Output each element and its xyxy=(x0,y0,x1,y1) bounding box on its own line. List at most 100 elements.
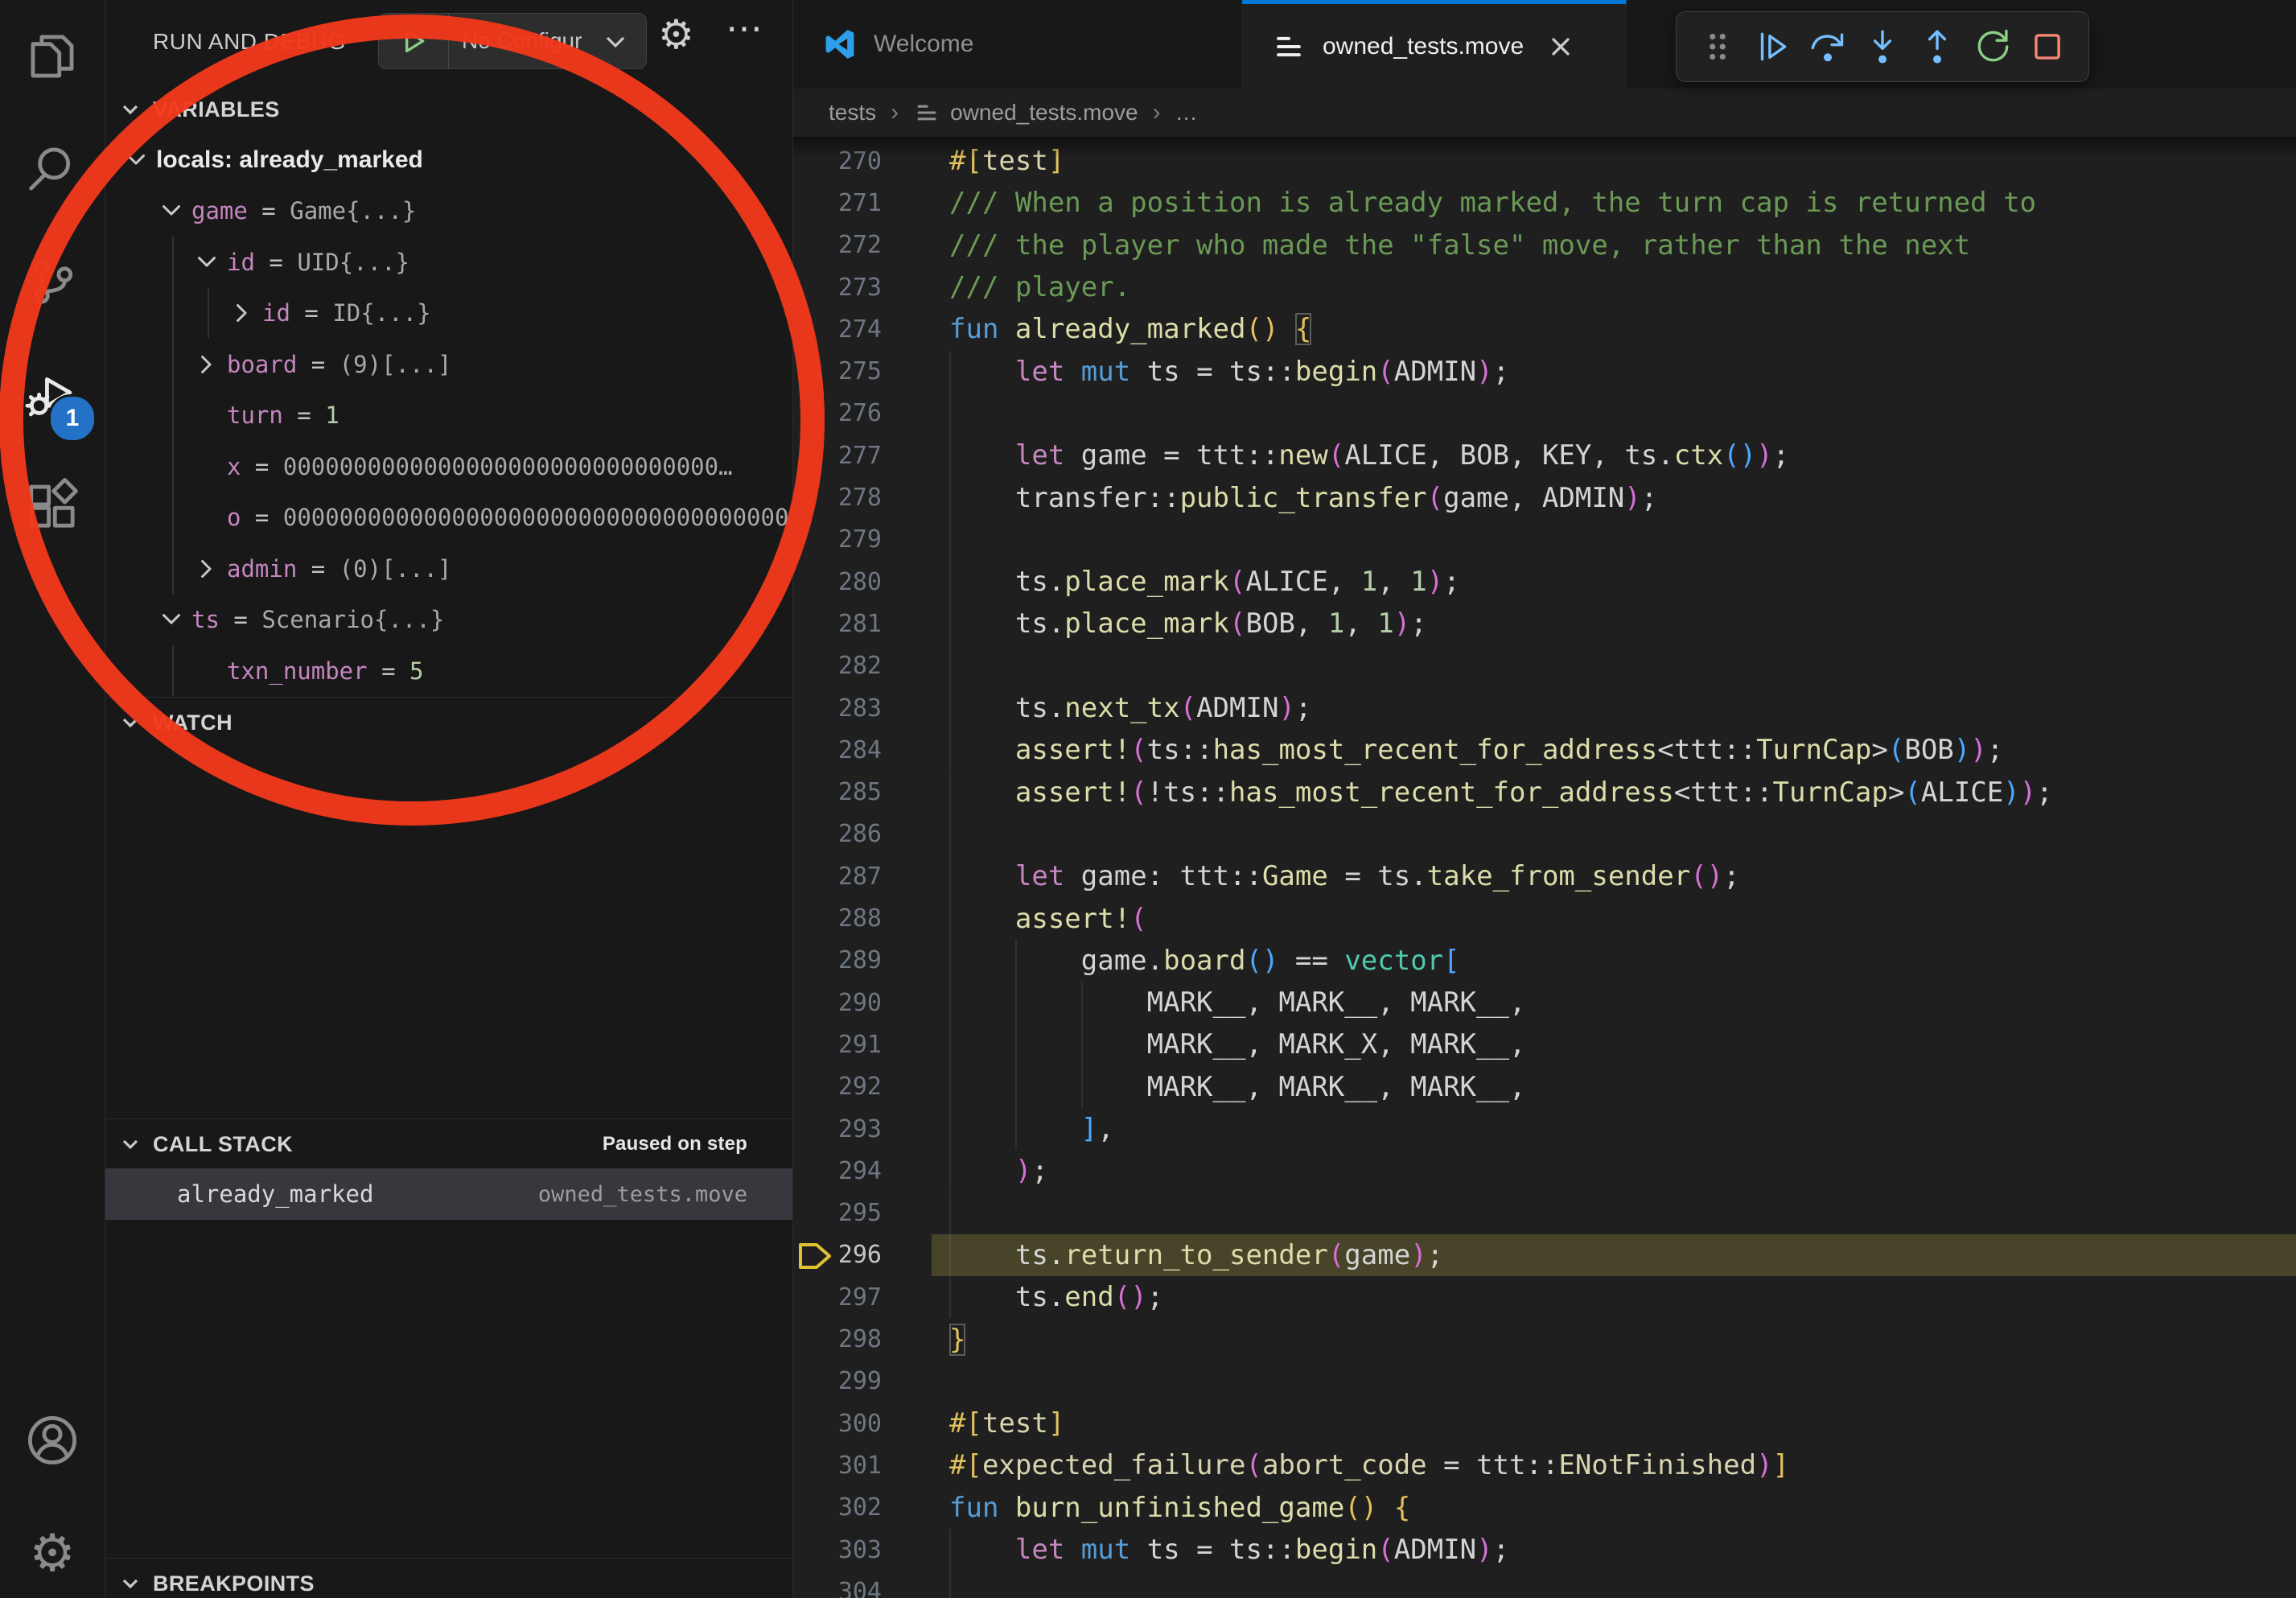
line-number[interactable]: 302 xyxy=(793,1487,893,1529)
line-number[interactable]: 294 xyxy=(793,1150,893,1192)
debug-config-dropdown[interactable]: No Configur xyxy=(378,13,647,69)
variable-row-id[interactable]: id = UID{...} xyxy=(105,237,792,287)
tab-welcome[interactable]: Welcome xyxy=(793,0,1242,89)
chevron-down-icon[interactable] xyxy=(156,196,187,226)
variable-name: id xyxy=(227,249,255,276)
line-number[interactable]: 270 xyxy=(793,140,893,182)
activity-source-control-icon[interactable] xyxy=(0,233,105,330)
line-number[interactable]: 286 xyxy=(793,813,893,855)
code-line: 277 let game = ttt::new(ALICE, BOB, KEY,… xyxy=(793,435,2296,476)
line-number[interactable]: 300 xyxy=(793,1402,893,1444)
line-number[interactable]: 280 xyxy=(793,561,893,603)
line-number[interactable]: 289 xyxy=(793,940,893,982)
indent-guide xyxy=(949,813,951,855)
more-actions-icon[interactable]: ⋯ xyxy=(726,10,763,47)
tab-owned-tests-move[interactable]: owned_tests.move xyxy=(1242,0,1627,89)
activity-run-and-debug-icon[interactable]: 1 xyxy=(0,346,105,443)
variable-value: UID{...} xyxy=(297,249,409,276)
line-number[interactable]: 295 xyxy=(793,1192,893,1234)
debug-restart-button[interactable] xyxy=(1971,25,2014,68)
line-number[interactable]: 297 xyxy=(793,1276,893,1318)
variable-row-board[interactable]: board = (9)[...] xyxy=(105,339,792,389)
line-number[interactable]: 291 xyxy=(793,1023,893,1065)
variable-row-scope[interactable]: locals: already_marked xyxy=(105,134,792,185)
variables-header-label: VARIABLES xyxy=(153,97,280,122)
activity-settings-icon[interactable]: ⚙ xyxy=(0,1505,105,1598)
line-number[interactable]: 293 xyxy=(793,1108,893,1150)
chevron-right-icon[interactable] xyxy=(191,349,222,380)
breadcrumb-item[interactable]: tests xyxy=(829,100,876,126)
debug-step-into-button[interactable] xyxy=(1861,25,1904,68)
line-number[interactable]: 299 xyxy=(793,1361,893,1402)
chevron-right-icon[interactable] xyxy=(191,554,222,584)
chevron-down-icon[interactable] xyxy=(156,604,187,635)
debug-drag-grip-button[interactable] xyxy=(1696,25,1739,68)
section-header-breakpoints[interactable]: BREAKPOINTS xyxy=(105,1558,792,1598)
close-icon[interactable] xyxy=(1546,32,1575,61)
chevron-right-icon[interactable] xyxy=(227,298,257,328)
activity-extensions-icon[interactable] xyxy=(0,457,105,554)
line-number[interactable]: 301 xyxy=(793,1444,893,1486)
code-line: 292 MARK__, MARK__, MARK__, xyxy=(793,1066,2296,1108)
code-text: ts.place_mark(BOB, 1, 1); xyxy=(949,603,1427,645)
variable-row-ts[interactable]: ts = Scenario{...} xyxy=(105,595,792,645)
activity-account-icon[interactable] xyxy=(0,1392,105,1489)
variable-row-turn[interactable]: turn = 1 xyxy=(105,390,792,441)
variable-row-game[interactable]: game = Game{...} xyxy=(105,186,792,237)
line-number[interactable]: 272 xyxy=(793,224,893,266)
line-number[interactable]: 274 xyxy=(793,308,893,350)
line-number[interactable]: 271 xyxy=(793,182,893,224)
debug-continue-button[interactable] xyxy=(1751,25,1794,68)
variable-row-x[interactable]: x = 0000000000000000000000000000000… xyxy=(105,441,792,492)
line-number[interactable]: 279 xyxy=(793,519,893,561)
line-number[interactable]: 304 xyxy=(793,1571,893,1598)
line-number[interactable]: 276 xyxy=(793,393,893,435)
code-text: let game = ttt::new(ALICE, BOB, KEY, ts.… xyxy=(949,435,1789,476)
variable-row-admin[interactable]: admin = (0)[...] xyxy=(105,543,792,594)
debug-stop-button[interactable] xyxy=(2026,25,2069,68)
line-number[interactable]: 287 xyxy=(793,855,893,897)
code-line: 274fun already_marked() { xyxy=(793,308,2296,350)
section-header-watch[interactable]: WATCH xyxy=(105,697,792,748)
activity-explorer-icon[interactable] xyxy=(0,8,105,105)
code-editor[interactable]: 270#[test]271/// When a position is alre… xyxy=(793,135,2296,1598)
equals-sign: = xyxy=(290,299,332,327)
line-number[interactable]: 283 xyxy=(793,687,893,729)
line-number[interactable]: 284 xyxy=(793,729,893,771)
indent-guide xyxy=(949,519,951,561)
variable-row-o[interactable]: o = 000000000000000000000000000000000000 xyxy=(105,492,792,543)
line-number[interactable]: 290 xyxy=(793,982,893,1023)
line-number[interactable]: 285 xyxy=(793,772,893,813)
line-number[interactable]: 298 xyxy=(793,1318,893,1360)
breadcrumb-item[interactable]: … xyxy=(1175,100,1198,126)
debug-step-over-button[interactable] xyxy=(1806,25,1850,68)
section-header-variables[interactable]: VARIABLES xyxy=(105,84,792,134)
variable-row-id[interactable]: id = ID{...} xyxy=(105,288,792,339)
line-number[interactable]: 282 xyxy=(793,645,893,687)
debug-toolbar xyxy=(1676,11,2089,82)
call-stack-frame-row[interactable]: already_marked owned_tests.move xyxy=(105,1168,792,1220)
line-number[interactable]: 273 xyxy=(793,266,893,308)
activity-search-icon[interactable] xyxy=(0,121,105,217)
section-header-call-stack[interactable]: CALL STACK Paused on step xyxy=(105,1118,792,1169)
line-number[interactable]: 292 xyxy=(793,1066,893,1108)
equals-sign: = xyxy=(241,453,282,480)
breadcrumb-item[interactable]: owned_tests.move xyxy=(950,100,1138,126)
line-number[interactable]: 275 xyxy=(793,351,893,393)
debug-step-out-button[interactable] xyxy=(1915,25,1959,68)
debug-settings-gear-icon[interactable]: ⚙ xyxy=(658,14,694,55)
code-line: 278 transfer::public_transfer(game, ADMI… xyxy=(793,476,2296,518)
start-debugging-icon[interactable] xyxy=(379,14,449,68)
line-number[interactable]: 288 xyxy=(793,897,893,939)
line-number[interactable]: 281 xyxy=(793,603,893,645)
watch-header-label: WATCH xyxy=(153,710,232,735)
breakpoints-header-label: BREAKPOINTS xyxy=(153,1571,315,1596)
variable-row-txn_number[interactable]: txn_number = 5 xyxy=(105,645,792,696)
line-number[interactable]: 277 xyxy=(793,435,893,476)
chevron-down-icon[interactable] xyxy=(121,145,151,175)
code-text: } xyxy=(949,1318,965,1360)
vscode-window: 1⚙ RUN AND DEBUG No Configur ⚙ ⋯ VARIABL… xyxy=(0,0,2296,1598)
line-number[interactable]: 303 xyxy=(793,1529,893,1571)
chevron-down-icon[interactable] xyxy=(191,247,222,278)
line-number[interactable]: 278 xyxy=(793,476,893,518)
